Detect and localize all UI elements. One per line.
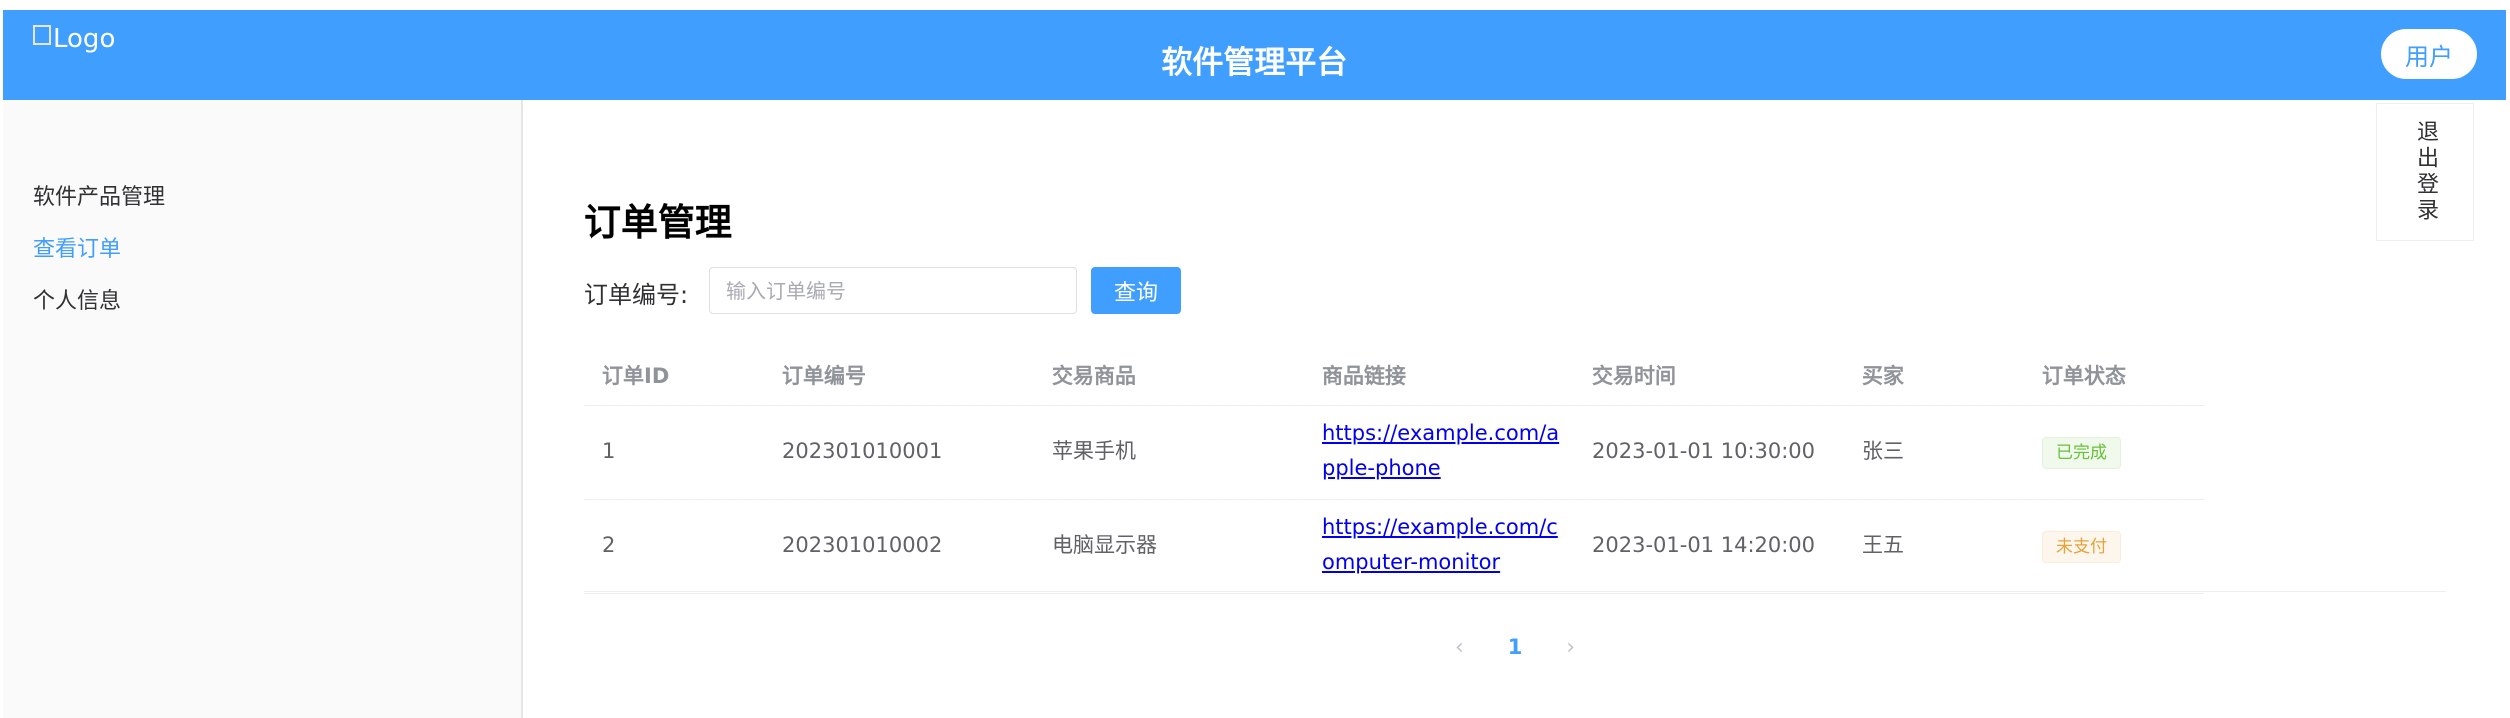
time-cell: 2023-01-01 10:30:00 — [1592, 439, 1816, 463]
sidebar-item-view-orders[interactable]: 查看订单 — [33, 231, 121, 263]
table-row: 1 202301010001 苹果手机 https://example.com/… — [584, 406, 2204, 500]
time-cell: 2023-01-01 14:20:00 — [1592, 533, 1816, 557]
product-cell: 苹果手机 — [1052, 439, 1136, 463]
product-link-cell: https://example.com/apple-phone — [1322, 416, 1562, 486]
sidebar-item-software-products[interactable]: 软件产品管理 — [33, 179, 165, 211]
column-header: 商品链接 — [1322, 364, 1406, 388]
table-divider — [584, 591, 2446, 592]
order-id-cell: 2 — [602, 533, 616, 557]
table-header-row: 订单ID 订单编号 交易商品 商品链接 交易时间 买家 订单状态 — [584, 348, 2204, 406]
buyer-cell: 张三 — [1862, 439, 1904, 463]
order-id-cell: 1 — [602, 439, 616, 463]
sidebar-item-personal-info[interactable]: 个人信息 — [33, 283, 121, 315]
product-link[interactable]: https://example.com/apple-phone — [1322, 416, 1562, 486]
table-row: 2 202301010002 电脑显示器 https://example.com… — [584, 500, 2204, 594]
logout-menu-item[interactable]: 退出登录 — [2409, 120, 2441, 224]
column-header: 订单状态 — [2042, 364, 2126, 388]
column-header: 交易商品 — [1052, 364, 1136, 388]
status-cell: 未支付 — [2042, 528, 2121, 563]
user-dropdown: 退出登录 — [2376, 103, 2474, 241]
order-number-label: 订单编号: — [584, 281, 689, 309]
column-header: 订单编号 — [782, 364, 866, 388]
pagination: ‹ 1 › — [1455, 632, 1575, 662]
column-header: 交易时间 — [1592, 364, 1676, 388]
top-header: Logo 软件管理平台 用户 — [3, 10, 2506, 100]
page-title: 订单管理 — [584, 201, 732, 244]
order-number-cell: 202301010002 — [782, 533, 943, 557]
sidebar: 软件产品管理 查看订单 个人信息 — [3, 100, 523, 718]
order-number-input[interactable] — [709, 267, 1077, 314]
column-header: 买家 — [1862, 364, 1904, 388]
search-button[interactable]: 查询 — [1091, 267, 1181, 314]
product-cell: 电脑显示器 — [1052, 533, 1157, 557]
orders-table: 订单ID 订单编号 交易商品 商品链接 交易时间 买家 订单状态 1 20230… — [584, 348, 2204, 594]
product-link[interactable]: https://example.com/computer-monitor — [1322, 510, 1562, 580]
column-header: 订单ID — [602, 364, 670, 388]
product-link-cell: https://example.com/computer-monitor — [1322, 510, 1562, 580]
chevron-left-icon[interactable]: ‹ — [1455, 635, 1464, 660]
order-number-cell: 202301010001 — [782, 439, 943, 463]
buyer-cell: 王五 — [1862, 533, 1904, 557]
page-number-current[interactable]: 1 — [1508, 635, 1523, 659]
status-cell: 已完成 — [2042, 434, 2121, 469]
user-menu-button[interactable]: 用户 — [2381, 29, 2477, 79]
app-title: 软件管理平台 — [1161, 45, 1348, 81]
status-badge: 未支付 — [2042, 531, 2121, 563]
chevron-right-icon[interactable]: › — [1566, 635, 1575, 660]
status-badge: 已完成 — [2042, 437, 2121, 469]
